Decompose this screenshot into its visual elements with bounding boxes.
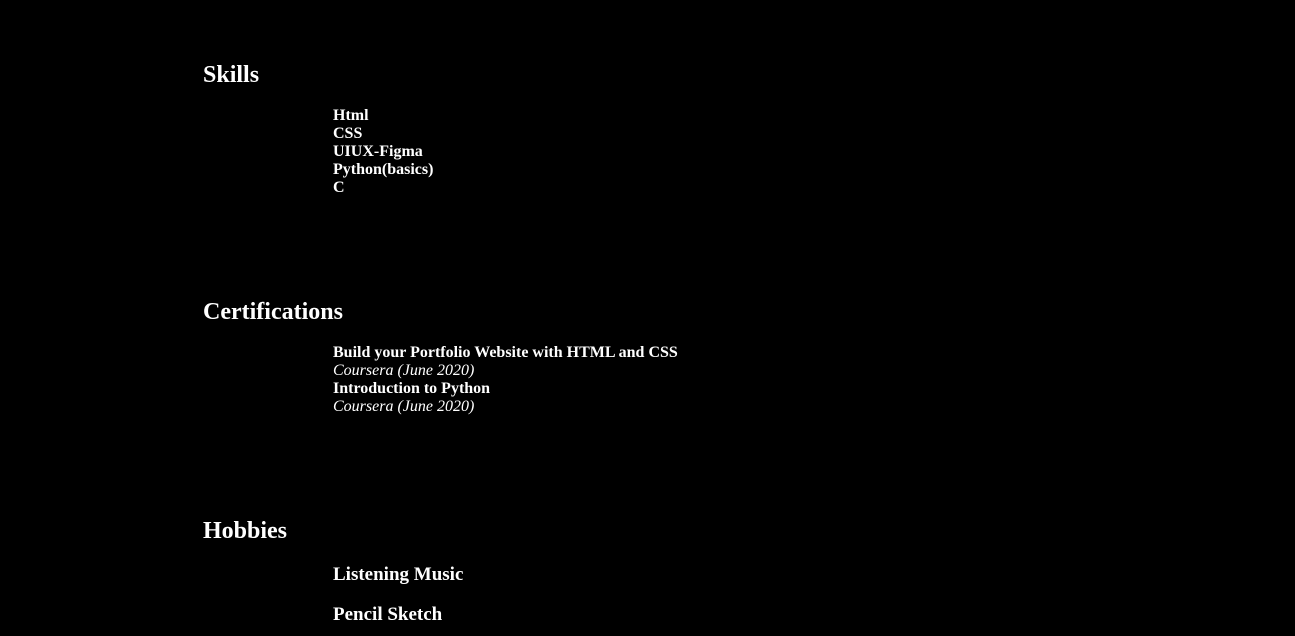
hobby-item: Listening Music [333,564,464,585]
skill-item: C [333,179,345,196]
skill-item: UIUX-Figma [333,143,423,160]
resume-page: Skills Html CSS UIUX-Figma Python(basics… [0,0,1295,636]
skill-item: Python(basics) [333,161,434,178]
skill-item: Html [333,107,369,124]
skill-item: CSS [333,125,363,142]
skills-heading: Skills [203,62,260,88]
certifications-heading: Certifications [203,299,343,325]
hobby-item: Pencil Sketch [333,604,443,625]
hobbies-list: Listening Music Pencil Sketch [333,564,463,636]
hobbies-heading: Hobbies [203,518,288,544]
skills-list: Html CSS UIUX-Figma Python(basics) C [333,107,433,197]
certification-provider: Coursera (June 2020) [333,398,475,415]
certification-name: Introduction to Python [333,380,491,397]
certification-provider: Coursera (June 2020) [333,362,475,379]
certifications-list: Build your Portfolio Website with HTML a… [333,344,678,416]
certification-name: Build your Portfolio Website with HTML a… [333,344,678,361]
